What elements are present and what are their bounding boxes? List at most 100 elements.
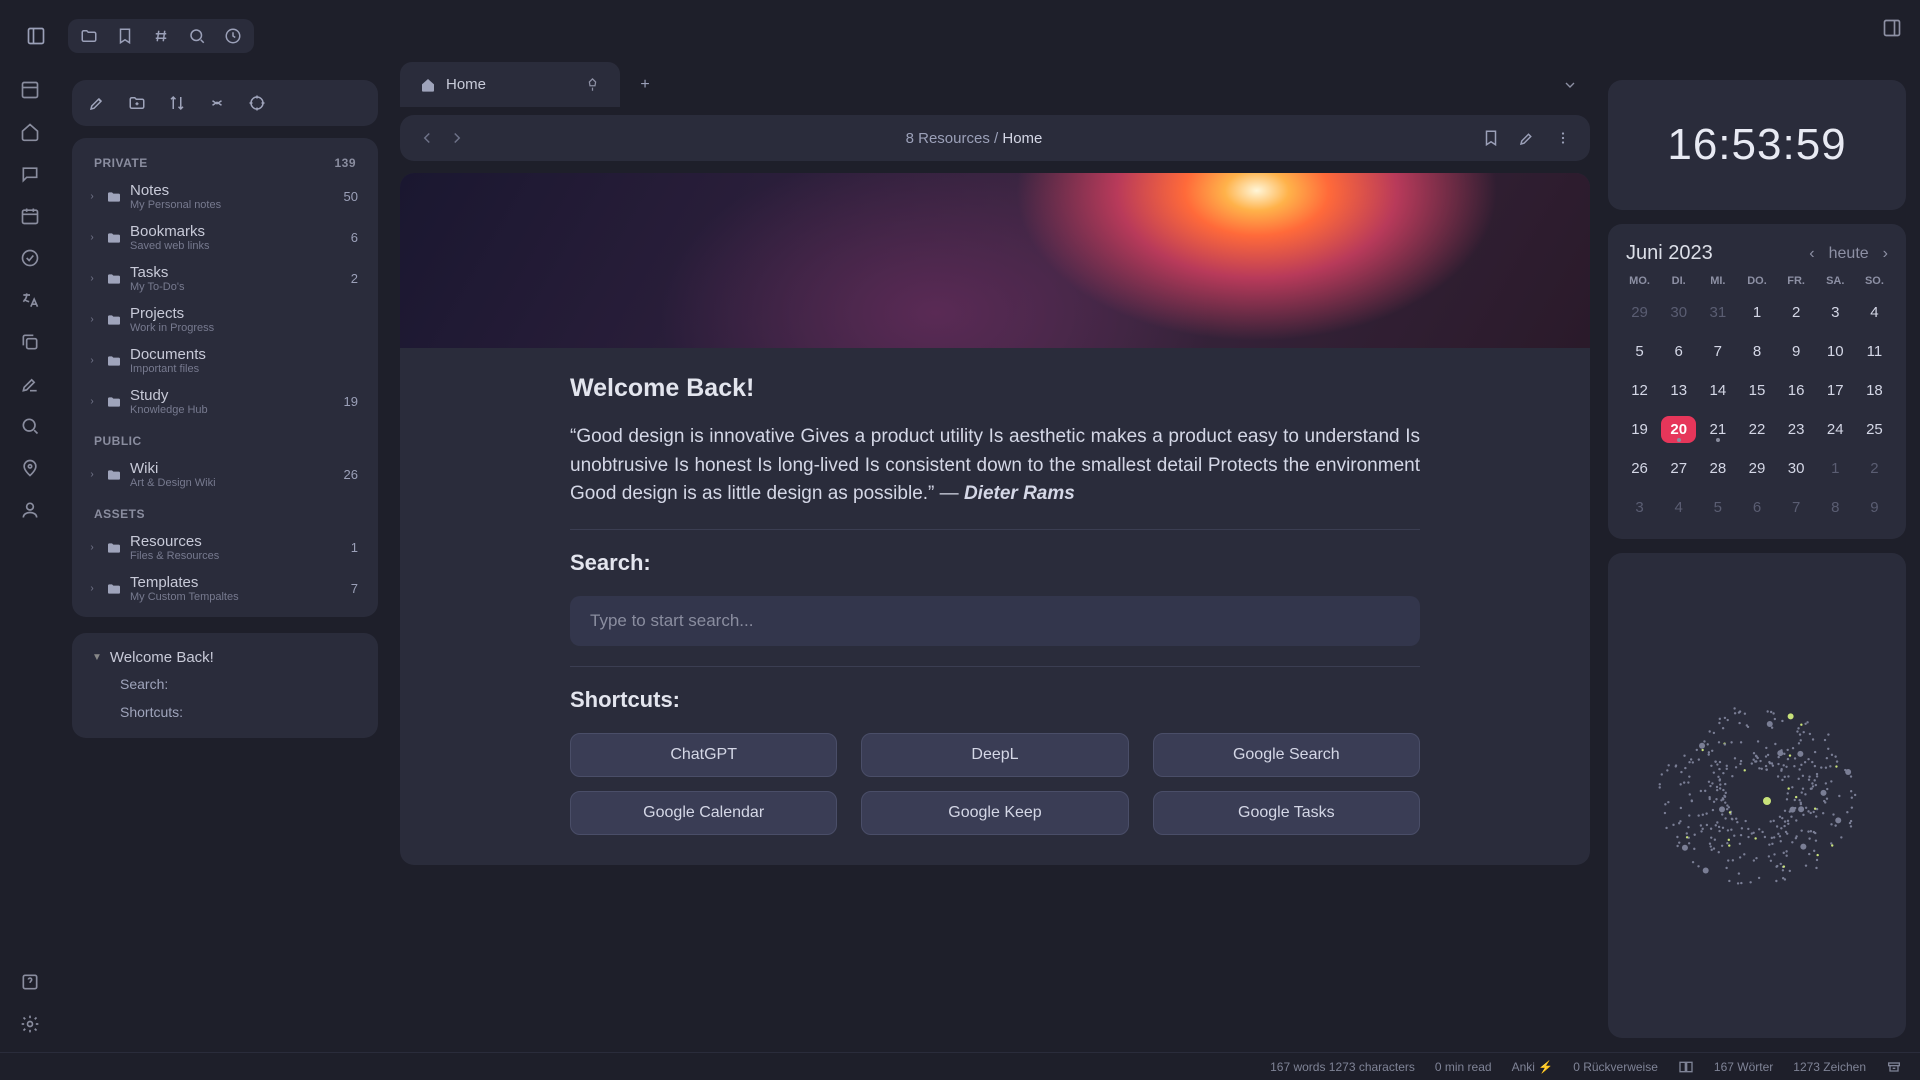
tree-item[interactable]: › BookmarksSaved web links 6 — [78, 217, 372, 258]
status-de-chars[interactable]: 1273 Zeichen — [1793, 1060, 1866, 1074]
cal-day[interactable]: 8 — [1739, 338, 1774, 365]
sort-icon[interactable] — [168, 94, 186, 112]
bookmark-page-icon[interactable] — [1482, 129, 1500, 147]
copy-icon[interactable] — [20, 332, 40, 352]
chevron-right-icon[interactable]: › — [86, 396, 98, 407]
cal-today-button[interactable]: heute — [1829, 245, 1869, 263]
outline-item[interactable]: Shortcuts: — [84, 698, 366, 726]
cal-day[interactable]: 12 — [1622, 377, 1657, 404]
book-icon[interactable] — [1678, 1059, 1694, 1075]
breadcrumb[interactable]: 8 Resources / Home — [478, 130, 1470, 147]
search-rail-icon[interactable] — [20, 416, 40, 436]
cal-day[interactable]: 29 — [1739, 455, 1774, 482]
tree-item[interactable]: › NotesMy Personal notes 50 — [78, 176, 372, 217]
cal-day[interactable]: 6 — [1739, 494, 1774, 521]
history-icon[interactable] — [224, 27, 242, 45]
chevron-right-icon[interactable]: › — [86, 191, 98, 202]
chevron-right-icon[interactable]: › — [86, 542, 98, 553]
shortcut-button[interactable]: DeepL — [861, 733, 1128, 777]
chevron-right-icon[interactable]: › — [86, 232, 98, 243]
cal-day[interactable]: 14 — [1700, 377, 1735, 404]
files-icon[interactable] — [80, 27, 98, 45]
shortcut-button[interactable]: Google Search — [1153, 733, 1420, 777]
calendar-icon[interactable] — [20, 206, 40, 226]
shortcut-button[interactable]: Google Tasks — [1153, 791, 1420, 835]
tree-item[interactable]: › WikiArt & Design Wiki 26 — [78, 454, 372, 495]
cal-day[interactable]: 5 — [1700, 494, 1735, 521]
cal-day[interactable]: 2 — [1857, 455, 1892, 482]
cal-day[interactable]: 4 — [1857, 299, 1892, 326]
cal-day[interactable]: 30 — [1779, 455, 1814, 482]
user-icon[interactable] — [20, 500, 40, 520]
compose-icon[interactable] — [20, 374, 40, 394]
archive-icon[interactable] — [1886, 1059, 1902, 1075]
location-icon[interactable] — [20, 458, 40, 478]
collapse-icon[interactable] — [208, 94, 226, 112]
workspace-icon[interactable] — [20, 80, 40, 100]
bookmark-icon[interactable] — [116, 27, 134, 45]
tree-item[interactable]: › StudyKnowledge Hub 19 — [78, 381, 372, 422]
cal-day[interactable]: 24 — [1818, 416, 1853, 443]
translate-icon[interactable] — [20, 290, 40, 310]
home-icon[interactable] — [20, 122, 40, 142]
pin-icon[interactable] — [585, 77, 600, 92]
tree-item[interactable]: › TasksMy To-Do's 2 — [78, 258, 372, 299]
new-tab-button[interactable]: + — [628, 68, 662, 102]
cal-day[interactable]: 2 — [1779, 299, 1814, 326]
cal-day[interactable]: 3 — [1818, 299, 1853, 326]
chevron-right-icon[interactable]: › — [86, 583, 98, 594]
toggle-right-sidebar-icon[interactable] — [1882, 18, 1902, 38]
new-note-icon[interactable] — [88, 94, 106, 112]
settings-icon[interactable] — [20, 1014, 40, 1034]
cal-day[interactable]: 11 — [1857, 338, 1892, 365]
search-icon[interactable] — [188, 27, 206, 45]
chat-icon[interactable] — [20, 164, 40, 184]
target-icon[interactable] — [248, 94, 266, 112]
cal-day[interactable]: 17 — [1818, 377, 1853, 404]
cal-day[interactable]: 21 — [1700, 416, 1735, 443]
cal-day[interactable]: 1 — [1739, 299, 1774, 326]
tree-item[interactable]: › ProjectsWork in Progress — [78, 299, 372, 340]
cal-day[interactable]: 16 — [1779, 377, 1814, 404]
tab-home[interactable]: Home — [400, 62, 620, 107]
graph-view-widget[interactable] — [1608, 553, 1906, 1038]
cal-day[interactable]: 25 — [1857, 416, 1892, 443]
outline-item[interactable]: Search: — [84, 670, 366, 698]
cal-day[interactable]: 9 — [1779, 338, 1814, 365]
cal-day[interactable]: 7 — [1700, 338, 1735, 365]
chevron-right-icon[interactable]: › — [86, 273, 98, 284]
status-readtime[interactable]: 0 min read — [1435, 1060, 1492, 1074]
cal-day[interactable]: 5 — [1622, 338, 1657, 365]
cal-day[interactable]: 29 — [1622, 299, 1657, 326]
edit-page-icon[interactable] — [1518, 129, 1536, 147]
cal-day[interactable]: 1 — [1818, 455, 1853, 482]
cal-day[interactable]: 30 — [1661, 299, 1696, 326]
status-wordcount[interactable]: 167 words 1273 characters — [1270, 1060, 1415, 1074]
nav-forward-icon[interactable] — [448, 129, 466, 147]
cal-day[interactable]: 4 — [1661, 494, 1696, 521]
tag-icon[interactable] — [152, 27, 170, 45]
help-icon[interactable] — [20, 972, 40, 992]
cal-day[interactable]: 8 — [1818, 494, 1853, 521]
tree-item[interactable]: › ResourcesFiles & Resources 1 — [78, 527, 372, 568]
cal-day[interactable]: 15 — [1739, 377, 1774, 404]
chevron-right-icon[interactable]: › — [86, 355, 98, 366]
shortcut-button[interactable]: Google Calendar — [570, 791, 837, 835]
more-icon[interactable] — [1554, 129, 1572, 147]
cal-day[interactable]: 3 — [1622, 494, 1657, 521]
cal-next-icon[interactable]: › — [1883, 245, 1888, 263]
cal-day[interactable]: 18 — [1857, 377, 1892, 404]
status-anki[interactable]: Anki ⚡ — [1512, 1060, 1554, 1074]
cal-day[interactable]: 9 — [1857, 494, 1892, 521]
status-backlinks[interactable]: 0 Rückverweise — [1573, 1060, 1658, 1074]
cal-day[interactable]: 31 — [1700, 299, 1735, 326]
tree-item[interactable]: › DocumentsImportant files — [78, 340, 372, 381]
chevron-right-icon[interactable]: › — [86, 469, 98, 480]
outline-item[interactable]: ▼ Welcome Back! — [84, 645, 366, 670]
cal-day[interactable]: 20 — [1661, 416, 1696, 443]
cal-day[interactable]: 23 — [1779, 416, 1814, 443]
tab-dropdown-icon[interactable] — [1562, 77, 1578, 93]
shortcut-button[interactable]: Google Keep — [861, 791, 1128, 835]
chevron-right-icon[interactable]: › — [86, 314, 98, 325]
new-folder-icon[interactable] — [128, 94, 146, 112]
